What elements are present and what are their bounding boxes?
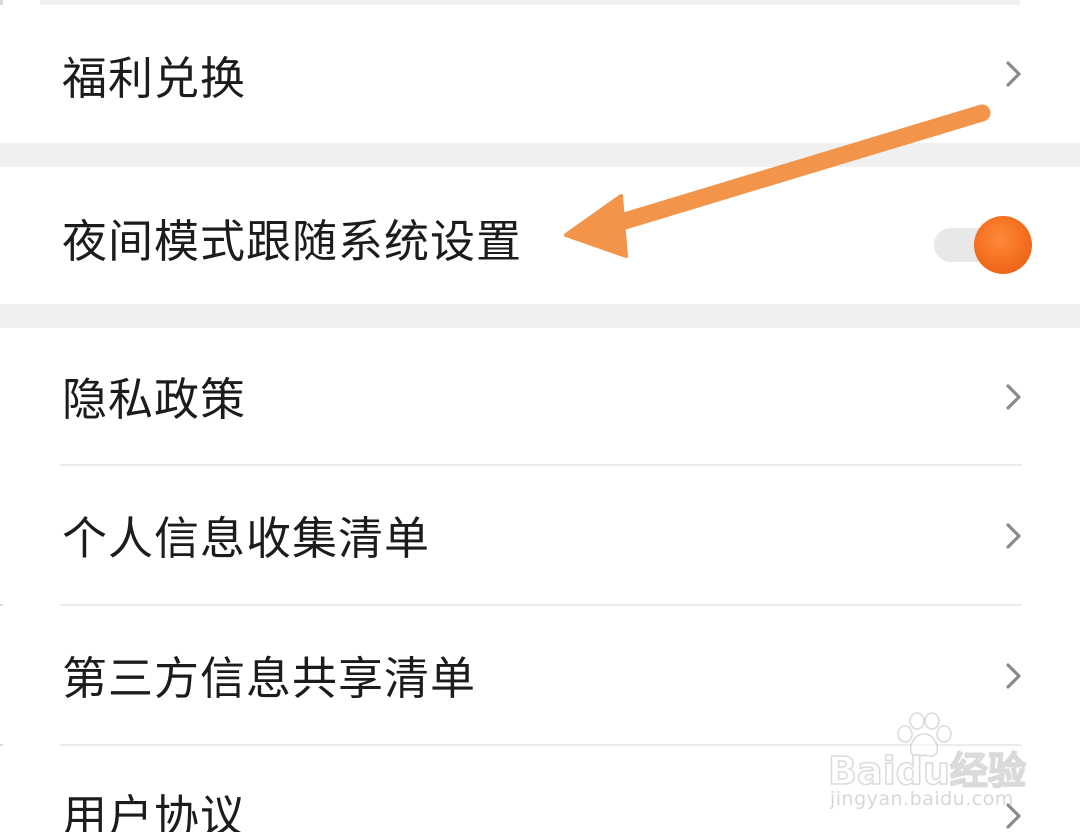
- section-gap: [0, 143, 1080, 167]
- settings-item-label: 第三方信息共享清单: [62, 652, 477, 705]
- toggle-knob: [974, 216, 1032, 274]
- settings-item-privacy-policy[interactable]: 隐私政策: [0, 328, 1080, 466]
- settings-item-user-agreement[interactable]: 用户协议: [0, 746, 1080, 832]
- settings-item-third-party-sharing-list[interactable]: 第三方信息共享清单: [0, 606, 1080, 744]
- section-gap: [0, 304, 1080, 328]
- settings-item-label: 夜间模式跟随系统设置: [62, 215, 523, 268]
- settings-item-personal-info-collection-list[interactable]: 个人信息收集清单: [0, 466, 1080, 604]
- chevron-right-icon: [1003, 522, 1025, 550]
- night-mode-toggle[interactable]: [930, 212, 1038, 278]
- chevron-right-icon: [1003, 802, 1025, 830]
- settings-item-night-mode-follow-system: 夜间模式跟随系统设置: [0, 167, 1080, 304]
- settings-screen: 福利兑换 夜间模式跟随系统设置 隐私政策 个人信息收集清单 第三方信息共享清单: [0, 0, 1080, 832]
- settings-item-welfare-exchange[interactable]: 福利兑换: [0, 5, 1080, 143]
- settings-item-label: 隐私政策: [62, 373, 247, 426]
- chevron-right-icon: [1003, 383, 1025, 411]
- settings-item-label: 福利兑换: [62, 52, 247, 105]
- settings-item-label: 个人信息收集清单: [62, 512, 431, 565]
- chevron-right-icon: [1003, 60, 1025, 88]
- chevron-right-icon: [1003, 662, 1025, 690]
- settings-item-label: 用户协议: [62, 790, 247, 832]
